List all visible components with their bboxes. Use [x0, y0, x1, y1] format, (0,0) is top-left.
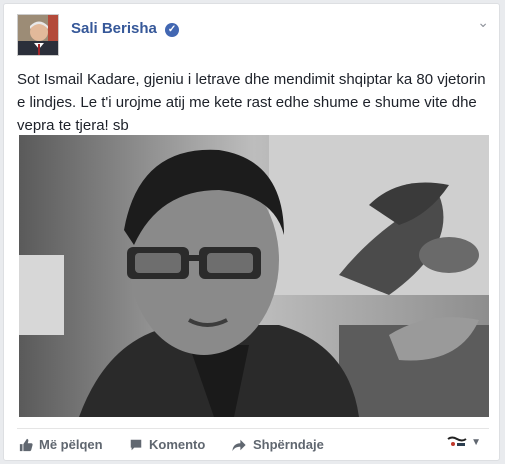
post-text: Sot Ismail Kadare, gjeniu i letrave dhe …: [17, 71, 486, 134]
action-bar: Më pëlqen Komento Shpërndaje ▼: [17, 428, 489, 455]
share-label: Shpërndaje: [253, 437, 324, 452]
verified-badge-icon: ✓: [165, 23, 180, 37]
post-header: Sali Berisha ✓ ⌄: [17, 14, 499, 58]
post-photo[interactable]: [19, 135, 489, 417]
like-button[interactable]: Më pëlqen: [19, 437, 103, 452]
page-avatar-icon: [446, 435, 469, 449]
share-arrow-icon: [232, 439, 246, 451]
thumbs-up-icon: [19, 438, 33, 451]
post-card: Sali Berisha ✓ ⌄ Sot Ismail Kadare, gjen…: [3, 3, 500, 461]
post-as-selector[interactable]: ▼: [446, 435, 481, 449]
like-label: Më pëlqen: [39, 437, 103, 452]
share-button[interactable]: Shpërndaje: [232, 437, 324, 452]
caret-down-icon: ▼: [471, 436, 481, 448]
chevron-down-icon[interactable]: ⌄: [477, 14, 489, 31]
author-name[interactable]: Sali Berisha ✓: [71, 20, 180, 37]
comment-button[interactable]: Komento: [129, 437, 205, 452]
comment-bubble-icon: [130, 439, 142, 450]
author-avatar[interactable]: [17, 14, 59, 56]
comment-label: Komento: [149, 437, 206, 452]
author-name-text[interactable]: Sali Berisha: [71, 20, 157, 37]
